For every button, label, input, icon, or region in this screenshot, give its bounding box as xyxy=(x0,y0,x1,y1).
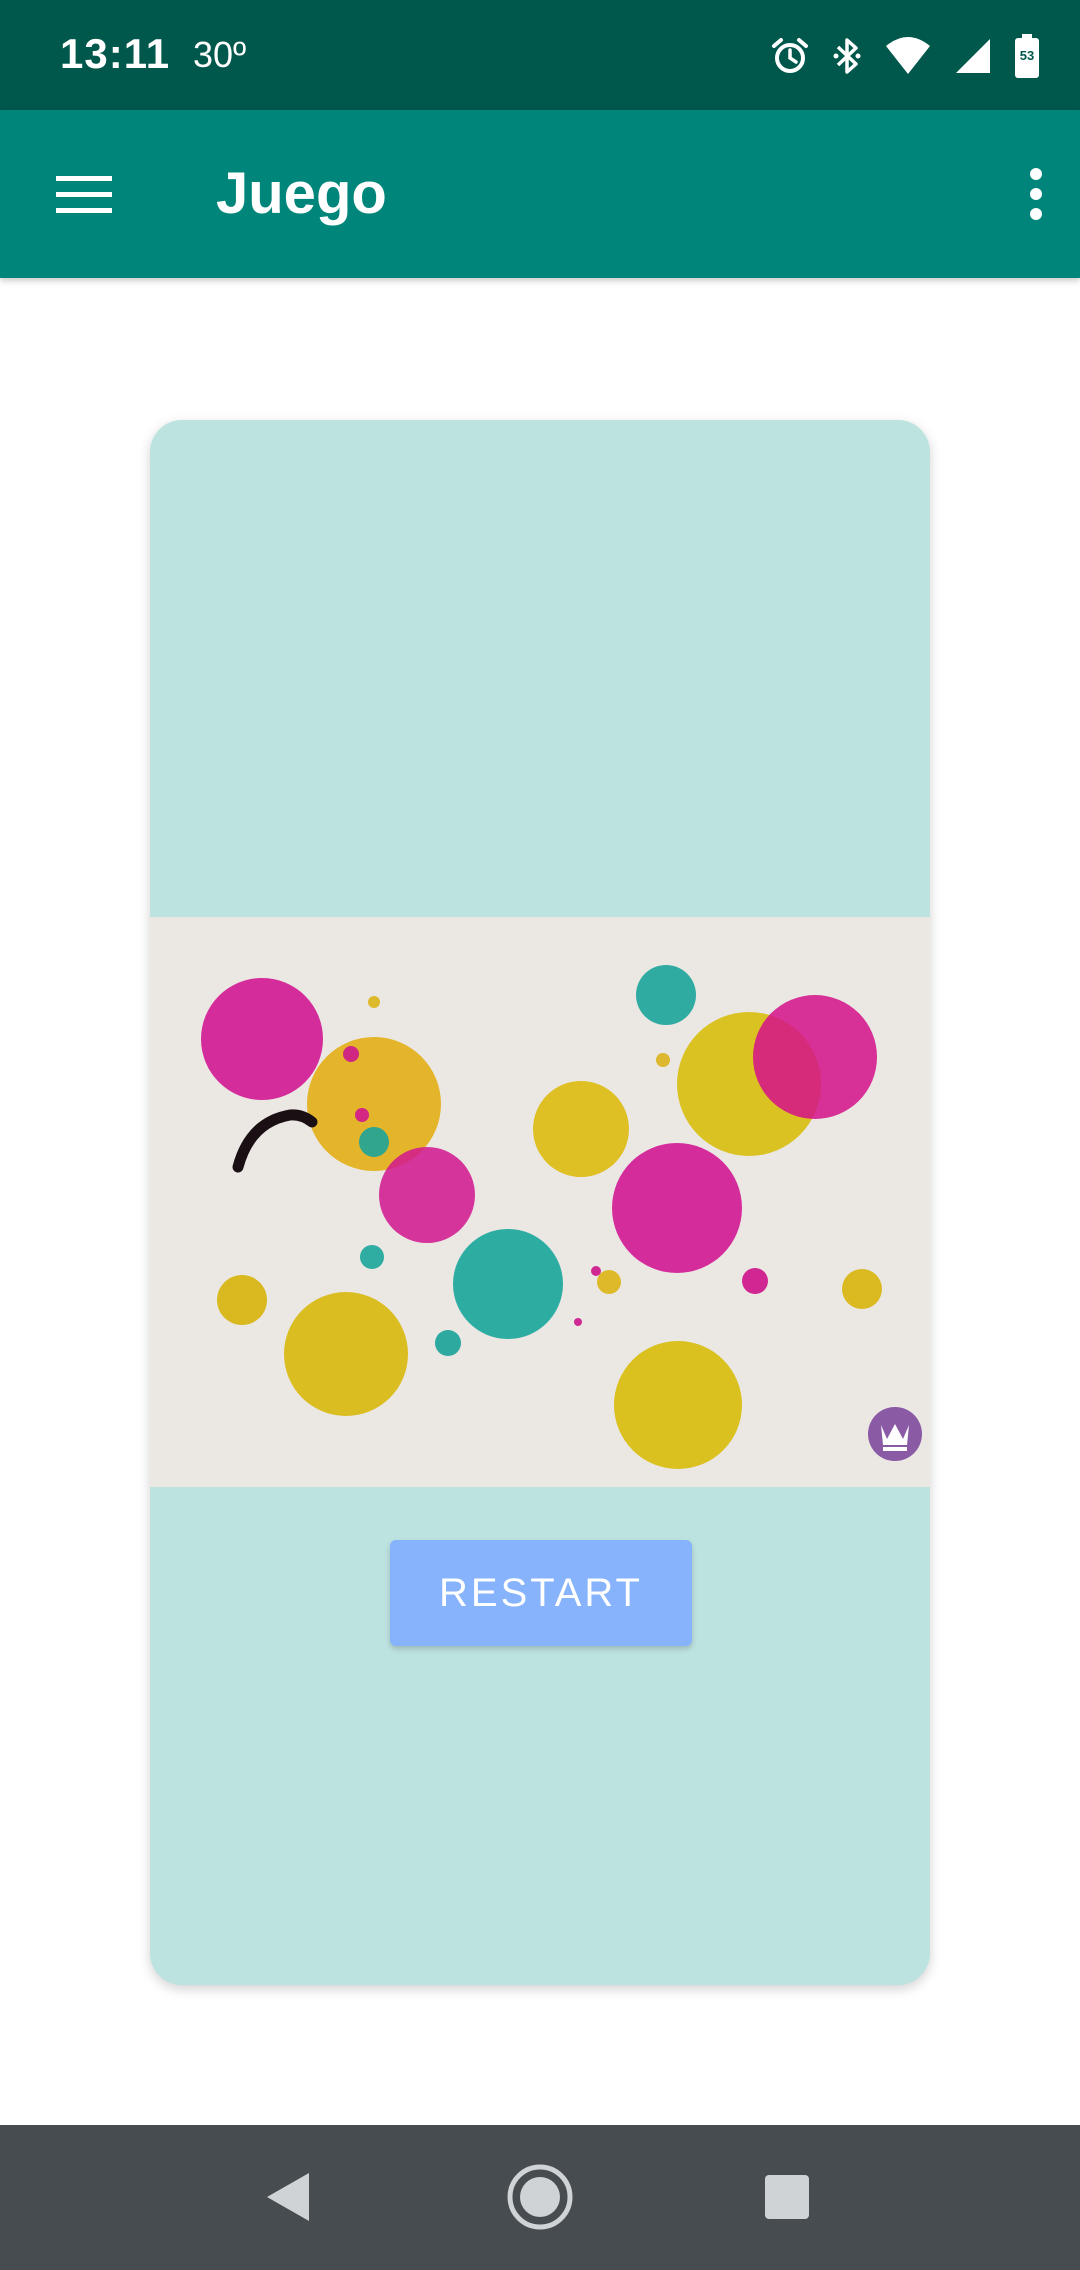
restart-button[interactable]: RESTART xyxy=(390,1540,692,1646)
status-icons: 53 xyxy=(770,30,1040,82)
signal-icon xyxy=(954,37,992,75)
back-icon[interactable] xyxy=(238,2147,338,2247)
status-bar: 13:11 30º 53 xyxy=(0,0,1080,110)
painting-image xyxy=(150,917,930,1487)
navigation-bar xyxy=(0,2125,1080,2270)
home-icon[interactable] xyxy=(490,2147,590,2247)
app-bar: Juego xyxy=(0,110,1080,278)
game-card: RESTART xyxy=(150,420,930,1985)
more-vert-icon[interactable] xyxy=(1004,154,1068,234)
crown-badge-icon xyxy=(868,1407,922,1461)
alarm-icon xyxy=(770,36,810,76)
page-title: Juego xyxy=(216,161,387,226)
wifi-icon xyxy=(884,36,932,76)
status-time: 13:11 xyxy=(60,30,171,77)
hamburger-menu-icon[interactable] xyxy=(40,154,128,234)
bluetooth-icon xyxy=(832,36,862,76)
status-temperature: 30º xyxy=(193,34,247,75)
battery-level: 53 xyxy=(1019,48,1035,63)
battery-icon: 53 xyxy=(1014,34,1040,78)
recents-icon[interactable] xyxy=(737,2147,837,2247)
